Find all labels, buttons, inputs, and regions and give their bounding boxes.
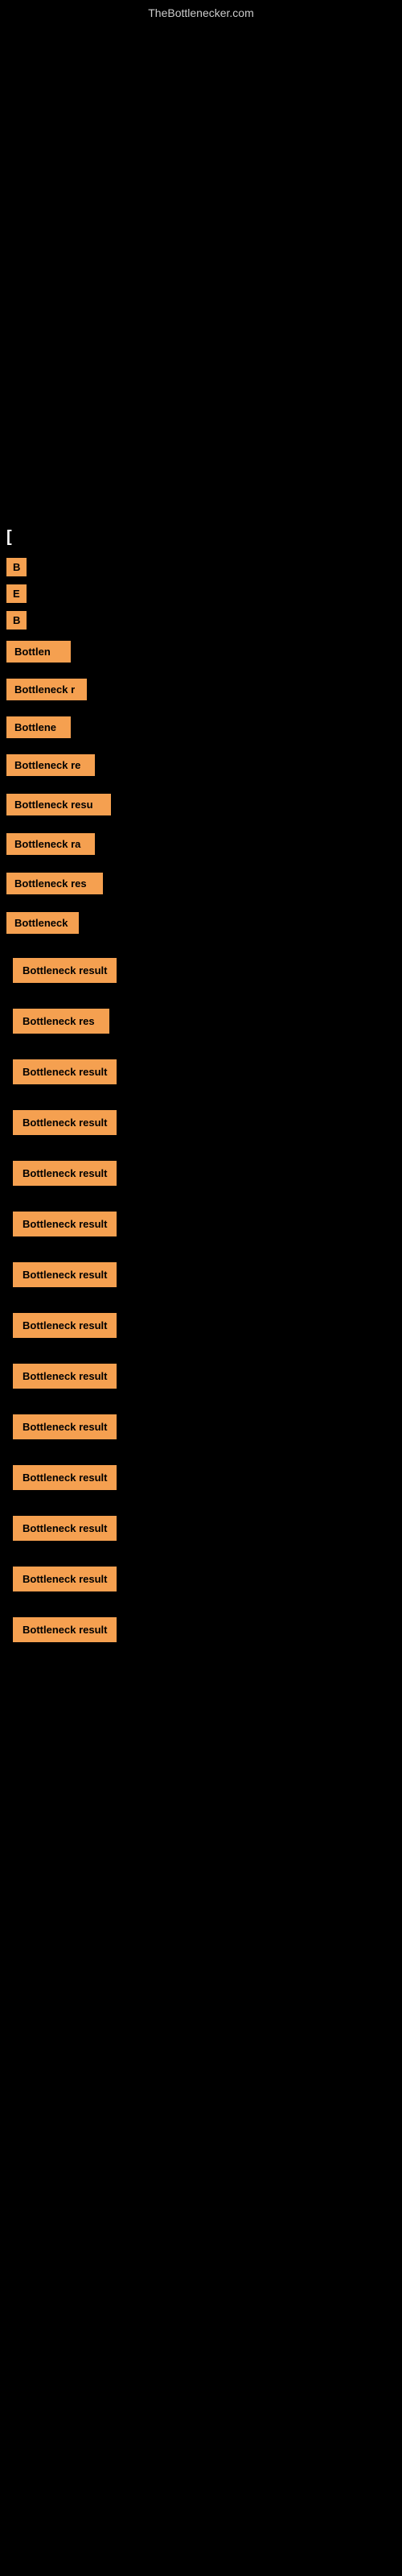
result-row-4: Bottleneck result — [0, 1100, 402, 1145]
bottleneck-result-label-14: Bottleneck result — [13, 1617, 117, 1642]
bottleneck-result-label-9: Bottleneck result — [13, 1364, 117, 1389]
bottlene-row: Bottlene — [0, 710, 402, 745]
b2-label: B — [6, 611, 27, 630]
result-row-1: Bottleneck result — [0, 948, 402, 993]
bottleneck-result-label-1: Bottleneck result — [13, 958, 117, 983]
section-bracket: [ — [0, 522, 402, 553]
bottleneck-result-label-3: Bottleneck result — [13, 1059, 117, 1084]
result-row-12: Bottleneck result — [0, 1506, 402, 1550]
result-row-2: Bottleneck res — [0, 999, 402, 1043]
bottleneck-re-row: Bottleneck re — [0, 746, 402, 784]
e-label: E — [6, 584, 27, 603]
bottleneck-result-label-13: Bottleneck result — [13, 1567, 117, 1591]
bottleneck-short-row: Bottleneck — [0, 904, 402, 942]
bottleneck-resu-label: Bottleneck resu — [6, 794, 111, 815]
result-row-11: Bottleneck result — [0, 1455, 402, 1500]
result-row-5: Bottleneck result — [0, 1151, 402, 1195]
e-row: E — [0, 581, 402, 606]
bottleneck-res-label: Bottleneck res — [6, 873, 103, 894]
result-row-8: Bottleneck result — [0, 1303, 402, 1348]
bottleneck-result-label-12: Bottleneck result — [13, 1516, 117, 1541]
b2-row: B — [0, 608, 402, 633]
bottlen-label: Bottlen — [6, 641, 71, 663]
bottleneck-result-label-2: Bottleneck res — [13, 1009, 109, 1034]
b-row: B — [0, 555, 402, 580]
bottleneck-r-row: Bottleneck r — [0, 671, 402, 708]
bottleneck-result-label-6: Bottleneck result — [13, 1212, 117, 1236]
bottlene-label: Bottlene — [6, 716, 71, 738]
b-label: B — [6, 558, 27, 576]
bottleneck-result-label-7: Bottleneck result — [13, 1262, 117, 1287]
bottleneck-result-label-8: Bottleneck result — [13, 1313, 117, 1338]
bracket-label: [ — [6, 528, 12, 546]
bottleneck-result-label-10: Bottleneck result — [13, 1414, 117, 1439]
bottleneck-results-list: Bottleneck result Bottleneck res Bottlen… — [0, 948, 402, 1652]
result-row-13: Bottleneck result — [0, 1557, 402, 1601]
bottleneck-result-label-5: Bottleneck result — [13, 1161, 117, 1186]
bottleneck-short-label: Bottleneck — [6, 912, 79, 934]
bottleneck-ra-label: Bottleneck ra — [6, 833, 95, 855]
site-title: TheBottlenecker.com — [0, 0, 402, 23]
bottleneck-resu-row: Bottleneck resu — [0, 786, 402, 824]
bottleneck-result-label-11: Bottleneck result — [13, 1465, 117, 1490]
bottleneck-re-label: Bottleneck re — [6, 754, 95, 776]
result-row-6: Bottleneck result — [0, 1202, 402, 1246]
bottleneck-ra-row: Bottleneck ra — [0, 825, 402, 863]
results-section: [ B E B Bottlen Bottleneck r Bottlene Bo… — [0, 522, 402, 1652]
bottleneck-result-label-4: Bottleneck result — [13, 1110, 117, 1135]
result-row-3: Bottleneck result — [0, 1050, 402, 1094]
bottleneck-res-row: Bottleneck res — [0, 865, 402, 902]
result-row-10: Bottleneck result — [0, 1405, 402, 1449]
chart-area — [0, 23, 402, 506]
bottleneck-r-label: Bottleneck r — [6, 679, 87, 700]
result-row-7: Bottleneck result — [0, 1253, 402, 1297]
result-row-14: Bottleneck result — [0, 1608, 402, 1652]
result-row-9: Bottleneck result — [0, 1354, 402, 1398]
bottlen-row: Bottlen — [0, 634, 402, 669]
